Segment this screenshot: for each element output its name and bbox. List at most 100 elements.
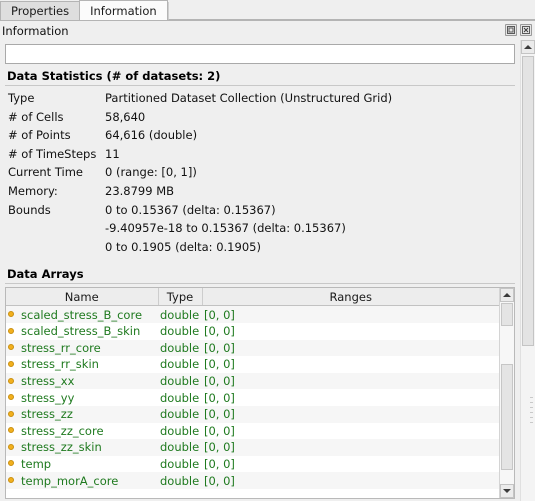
panel-scroll-up-arrow-icon[interactable]	[521, 40, 535, 54]
close-icon[interactable]	[520, 24, 532, 36]
table-row[interactable]: stress_rr_core double [0, 0]	[6, 339, 499, 357]
cell-array-type: double	[158, 339, 202, 357]
tab-properties[interactable]: Properties	[0, 1, 81, 20]
information-panel-content: Data Statistics (# of datasets: 2) Type …	[0, 40, 520, 501]
cell-array-type: double	[158, 356, 202, 373]
data-arrays-table-viewport: Name Type Ranges scaled_stress_B_core dou…	[6, 288, 499, 498]
tab-bar-filler	[167, 2, 535, 20]
data-statistics-header: Data Statistics (# of datasets: 2)	[5, 67, 515, 86]
point-data-icon	[8, 410, 14, 417]
cell-array-name: stress_xx	[6, 372, 158, 390]
table-row[interactable]: stress_rr_skin double [0, 0]	[6, 356, 499, 373]
column-header-ranges[interactable]: Ranges	[202, 288, 499, 307]
cell-array-range: [0, 0]	[202, 389, 499, 406]
stat-key: # of TimeSteps	[8, 146, 97, 161]
table-row[interactable]: temp double [0, 0]	[6, 455, 499, 473]
data-statistics-section: Data Statistics (# of datasets: 2) Type …	[5, 67, 515, 256]
cell-array-range: [0, 0]	[202, 455, 499, 473]
stat-value: 64,616 (double)	[105, 128, 198, 143]
table-row[interactable]: stress_zz_skin double [0, 0]	[6, 439, 499, 456]
stat-row-bounds: Bounds 0 to 0.15367 (delta: 0.15367) -9.…	[5, 201, 515, 257]
stat-row-cells: # of Cells 58,640	[5, 108, 515, 127]
array-name-label: temp	[21, 456, 52, 471]
data-arrays-section: Data Arrays Name Type Ranges scaled_stre…	[5, 265, 515, 500]
column-header-type[interactable]: Type	[158, 288, 203, 307]
data-arrays-table: Name Type Ranges scaled_stress_B_core dou…	[6, 288, 499, 489]
cell-array-type: double	[158, 389, 202, 406]
array-name-label: stress_zz_core	[21, 423, 104, 438]
cell-array-name: stress_rr_skin	[6, 356, 158, 373]
scrollbar-thumb-upper[interactable]	[501, 303, 513, 327]
search-input[interactable]	[5, 44, 515, 64]
array-name-label: stress_xx	[21, 374, 75, 389]
cell-array-type: double	[158, 472, 202, 489]
table-row[interactable]: stress_yy double [0, 0]	[6, 389, 499, 406]
array-name-label: stress_zz_skin	[21, 440, 102, 455]
array-name-label: temp_morA_core	[21, 473, 119, 488]
scroll-up-arrow-icon[interactable]	[500, 288, 514, 303]
point-data-icon	[8, 344, 14, 351]
stat-value: 23.8799 MB	[105, 183, 175, 198]
table-row[interactable]: scaled_stress_B_skin double [0, 0]	[6, 322, 499, 340]
cell-array-name: stress_yy	[6, 389, 158, 406]
cell-array-type: double	[158, 422, 202, 440]
stat-key: Type	[8, 91, 35, 105]
stat-value: 0 (range: [0, 1])	[105, 165, 197, 180]
point-data-icon	[8, 327, 14, 334]
table-row[interactable]: scaled_stress_B_core double [0, 0]	[6, 305, 499, 323]
cell-array-name: stress_zz_core	[6, 422, 158, 440]
stat-value: 11	[105, 146, 120, 161]
cell-array-name: stress_zz_skin	[6, 439, 158, 456]
float-restore-icon[interactable]	[505, 24, 517, 36]
column-header-name[interactable]: Name	[6, 288, 159, 307]
cell-array-range: [0, 0]	[202, 322, 499, 340]
array-name-label: stress_rr_skin	[21, 357, 99, 372]
table-row[interactable]: stress_zz_core double [0, 0]	[6, 422, 499, 440]
cell-array-range: [0, 0]	[202, 422, 499, 440]
cell-array-type: double	[158, 439, 202, 456]
stat-key: Bounds	[8, 202, 51, 217]
cell-array-name: stress_rr_core	[6, 339, 158, 357]
array-name-label: stress_rr_core	[21, 340, 101, 355]
cell-array-name: scaled_stress_B_skin	[6, 322, 158, 340]
point-data-icon	[8, 443, 14, 450]
point-data-icon	[8, 477, 14, 484]
cell-array-range: [0, 0]	[202, 472, 499, 489]
table-header-row: Name Type Ranges	[6, 288, 499, 307]
cell-array-type: double	[158, 455, 202, 473]
information-panel: Data Statistics (# of datasets: 2) Type …	[0, 40, 535, 501]
point-data-icon	[8, 427, 14, 434]
tab-information[interactable]: Information	[79, 0, 168, 20]
stat-value: Partitioned Dataset Collection (Unstruct…	[105, 91, 393, 105]
cell-array-type: double	[158, 322, 202, 340]
scrollbar-thumb[interactable]	[501, 364, 513, 471]
stat-key: Memory:	[8, 183, 58, 198]
cell-array-name: temp	[6, 455, 158, 473]
cell-array-range: [0, 0]	[202, 439, 499, 456]
data-arrays-vertical-scrollbar[interactable]	[499, 288, 514, 499]
cell-array-range: [0, 0]	[202, 305, 499, 323]
stat-value: 58,640	[105, 109, 146, 124]
point-data-icon	[8, 394, 14, 401]
stat-value: 0 to 0.15367 (delta: 0.15367) -9.40957e-…	[105, 202, 346, 254]
cell-array-range: [0, 0]	[202, 339, 499, 357]
panel-scrollbar-thumb[interactable]	[522, 56, 534, 346]
array-name-label: stress_yy	[21, 390, 75, 405]
stat-row-memory: Memory: 23.8799 MB	[5, 182, 515, 201]
information-panel-scrollbar[interactable]	[520, 40, 535, 501]
dock-buttons	[505, 24, 532, 36]
cell-array-name: temp_morA_core	[6, 472, 158, 489]
array-name-label: scaled_stress_B_skin	[21, 324, 141, 339]
scroll-down-arrow-icon[interactable]	[500, 484, 514, 499]
point-data-icon	[8, 377, 14, 384]
stat-row-points: # of Points 64,616 (double)	[5, 126, 515, 145]
table-row[interactable]: stress_zz double [0, 0]	[6, 405, 499, 423]
table-row[interactable]: temp_morA_core double [0, 0]	[6, 472, 499, 489]
array-name-label: stress_zz	[21, 407, 73, 422]
data-arrays-table-container: Name Type Ranges scaled_stress_B_core dou…	[5, 287, 515, 500]
dock-title-bar: Information	[0, 21, 535, 40]
cell-array-type: double	[158, 405, 202, 423]
data-arrays-table-body: scaled_stress_B_core double [0, 0] scaled_s…	[6, 305, 499, 489]
array-name-label: scaled_stress_B_core	[21, 307, 143, 322]
table-row[interactable]: stress_xx double [0, 0]	[6, 372, 499, 390]
